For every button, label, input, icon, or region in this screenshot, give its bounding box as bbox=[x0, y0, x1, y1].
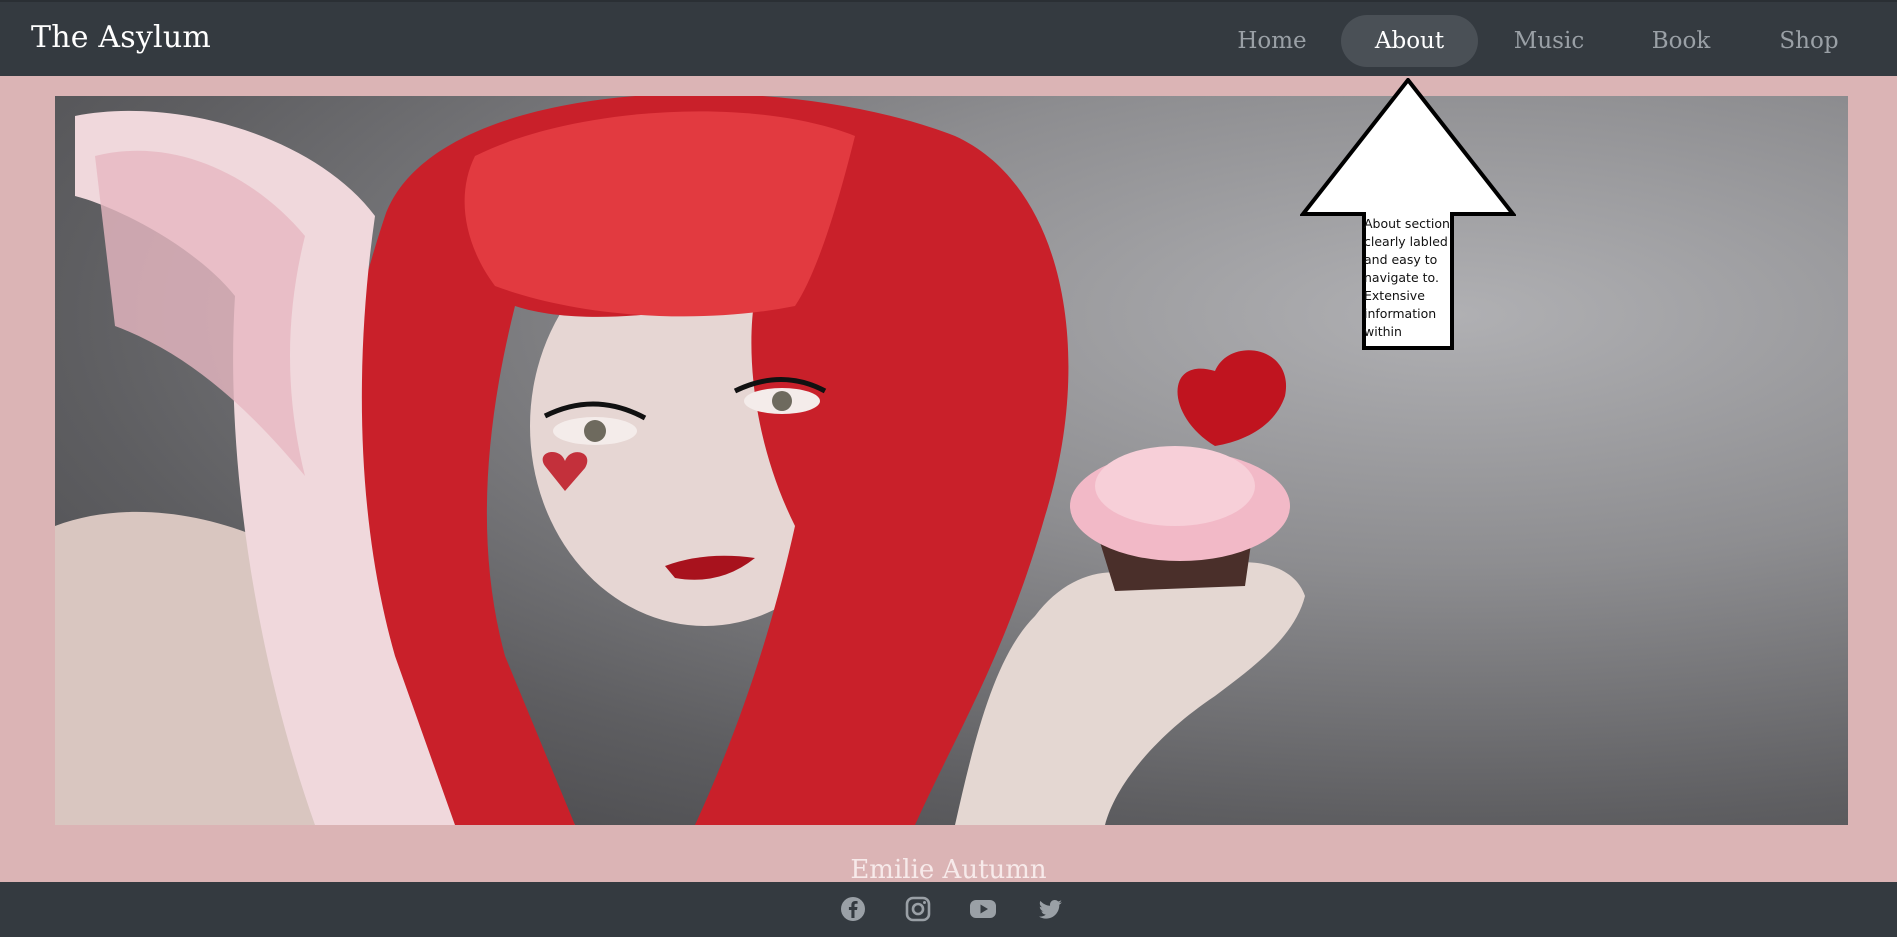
twitter-icon[interactable] bbox=[1035, 894, 1065, 924]
artist-name: Emilie Autumn bbox=[850, 855, 1047, 885]
annotation-text: About section clearly labled and easy to… bbox=[1364, 216, 1450, 339]
hero-illustration bbox=[55, 96, 1305, 825]
nav-about[interactable]: About bbox=[1341, 15, 1478, 67]
nav-home[interactable]: Home bbox=[1218, 15, 1326, 67]
footer-bar bbox=[0, 882, 1897, 937]
hero-image bbox=[55, 96, 1848, 825]
nav-book[interactable]: Book bbox=[1630, 15, 1732, 67]
instagram-icon[interactable] bbox=[903, 894, 933, 924]
nav-shop[interactable]: Shop bbox=[1757, 15, 1861, 67]
brand-logo[interactable]: The Asylum bbox=[31, 20, 211, 55]
youtube-icon[interactable] bbox=[968, 894, 998, 924]
top-navbar: The Asylum Home About Music Book Shop bbox=[0, 0, 1897, 76]
facebook-icon[interactable] bbox=[838, 894, 868, 924]
nav-music[interactable]: Music bbox=[1494, 15, 1604, 67]
